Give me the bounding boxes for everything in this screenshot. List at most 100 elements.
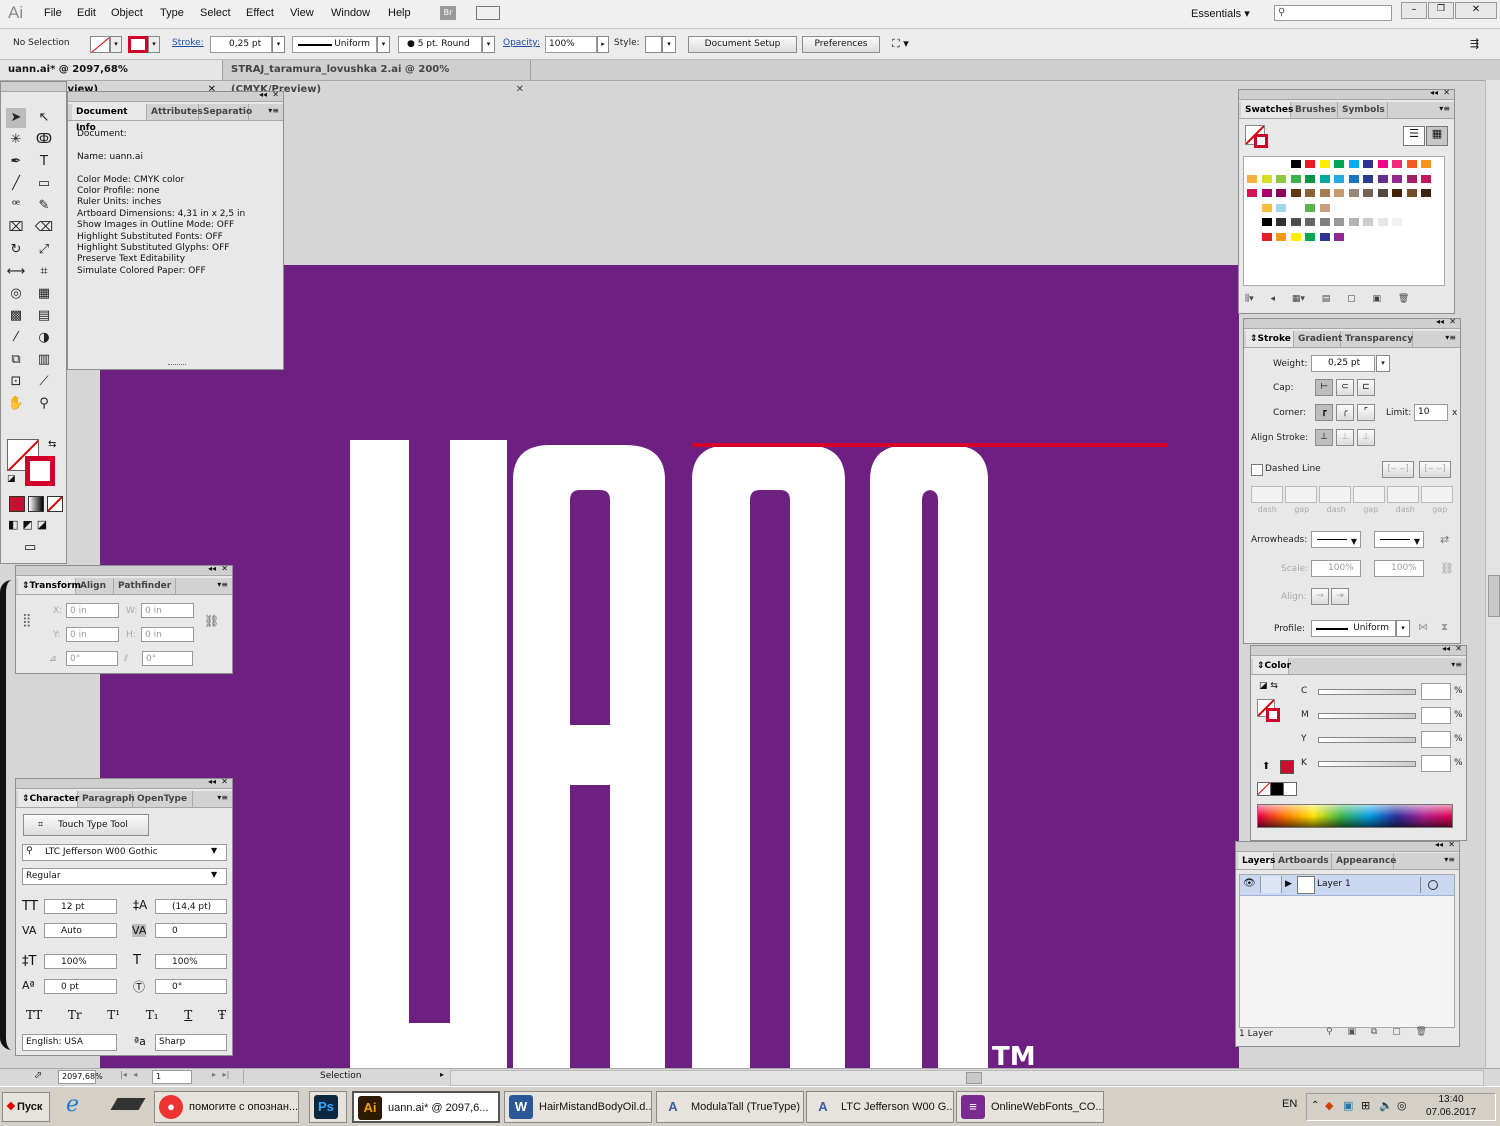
color-swatch[interactable] (1289, 217, 1302, 227)
artboard-next-buttons[interactable]: ▸ ▸| (212, 1070, 229, 1079)
color-swatch[interactable] (1362, 188, 1374, 198)
dashed-line-checkbox[interactable] (1251, 464, 1263, 476)
color-swatch[interactable] (1362, 173, 1374, 184)
taskbar-illustrator[interactable]: Ai uann.ai* @ 2097,6... (352, 1091, 500, 1123)
color-swatch[interactable] (1318, 159, 1331, 169)
opacity-arrow[interactable]: ▸ (597, 36, 609, 53)
workspace-switcher[interactable]: Essentials ▾ (1191, 7, 1250, 20)
stroke-color-box[interactable] (25, 456, 55, 486)
black-swatch[interactable] (1270, 782, 1284, 796)
color-swatch[interactable] (1289, 188, 1302, 198)
doc-tab-uann[interactable]: uann.ai* @ 2097,68% (CMYK/Preview) ✕ (0, 60, 223, 95)
menu-view[interactable]: View (290, 7, 314, 19)
brush-definition[interactable]: ● 5 pt. Round (398, 36, 482, 53)
bevel-join-icon[interactable]: ⌜ (1357, 404, 1375, 421)
width-tool-icon[interactable]: ⟷ (6, 262, 26, 282)
color-swatch[interactable] (1318, 188, 1331, 198)
stroke-profile-select[interactable]: Uniform (1311, 620, 1396, 637)
tab-layers[interactable]: Layers (1238, 853, 1275, 869)
swap-arrowheads-icon[interactable]: ⇄ (1440, 533, 1449, 546)
swatches-header[interactable]: ◂◂ ✕ (1239, 88, 1454, 100)
color-swatch[interactable] (1391, 217, 1403, 227)
stroke-weight-dropdown[interactable]: ▾ (272, 36, 285, 53)
type-tool-icon[interactable]: T (34, 152, 54, 172)
color-swatch[interactable] (1420, 173, 1432, 184)
direct-selection-tool-icon[interactable]: ↖ (34, 108, 54, 128)
corner-buttons[interactable]: ┏ ╭ ⌜ (1315, 404, 1375, 421)
leading-input[interactable]: (14,4 pt) (155, 899, 227, 914)
stroke-header[interactable]: ◂◂ ✕ (1244, 317, 1460, 329)
color-swatch[interactable] (1246, 173, 1258, 184)
close-icon[interactable]: ✕ (272, 90, 279, 99)
brush-dropdown[interactable]: ▾ (482, 36, 495, 53)
panel-menu-icon[interactable]: ▾≡ (217, 793, 228, 802)
zoom-tool-icon[interactable]: ⚲ (34, 394, 54, 414)
close-icon[interactable]: ✕ (1443, 88, 1450, 97)
color-swatch[interactable] (1347, 159, 1360, 169)
round-cap-icon[interactable]: ⊂ (1336, 379, 1354, 396)
color-swatch[interactable] (1275, 202, 1287, 213)
hand-tool-icon[interactable]: ✋ (6, 394, 26, 414)
color-swatch[interactable] (1260, 217, 1273, 227)
color-swatch[interactable] (1260, 188, 1273, 198)
projecting-cap-icon[interactable]: ⊏ (1357, 379, 1375, 396)
shape-builder-tool-icon[interactable]: ◎ (6, 284, 26, 304)
opacity-label[interactable]: Opacity: (503, 38, 540, 48)
rotate-tool-icon[interactable]: ↻ (6, 240, 26, 260)
fill-dropdown[interactable]: ▾ (110, 36, 122, 53)
white-swatch[interactable] (1283, 782, 1297, 796)
color-swatch[interactable] (1420, 188, 1432, 198)
visibility-eye-icon[interactable]: 👁 (1243, 878, 1256, 889)
last-color-swatch[interactable] (1280, 760, 1294, 774)
link-scale-icon[interactable]: ⛓ (1440, 562, 1454, 575)
style-dropdown[interactable]: ▾ (662, 36, 676, 53)
font-dropdown-icon[interactable]: ▼ (211, 846, 217, 855)
close-icon[interactable]: ✕ (1455, 644, 1462, 653)
target-circle-icon[interactable] (1428, 880, 1438, 890)
default-colors-icon[interactable]: ◪ (7, 474, 16, 484)
stroke-label[interactable]: Stroke: (172, 38, 204, 48)
layers-header[interactable]: ◂◂ ✕ (1236, 840, 1459, 852)
free-transform-tool-icon[interactable]: ⌗ (34, 262, 54, 282)
search-input[interactable]: ⚲ (1274, 5, 1392, 21)
swatch-stroke-indicator[interactable] (1254, 134, 1268, 148)
selection-tool-icon[interactable]: ➤ (6, 108, 26, 128)
panel-menu-icon[interactable]: ▾≡ (1445, 333, 1456, 342)
tab-appearance[interactable]: Appearance (1332, 853, 1396, 869)
tools-panel-header[interactable] (1, 82, 66, 92)
color-swatch[interactable] (1304, 159, 1316, 169)
limit-input[interactable]: 10 (1414, 404, 1448, 421)
none-mode-icon[interactable] (47, 496, 63, 512)
variable-width-profile[interactable]: Uniform (292, 36, 377, 53)
round-join-icon[interactable]: ╭ (1336, 404, 1354, 421)
end-arrowhead-select[interactable]: ▼ (1374, 531, 1424, 548)
channel-c-slider[interactable] (1318, 689, 1416, 695)
tab-brushes[interactable]: Brushes (1291, 102, 1338, 118)
line-tool-icon[interactable]: ╱ (6, 174, 26, 194)
color-swatch[interactable] (1246, 159, 1258, 169)
transform-header[interactable]: ◂◂ ✕ (16, 564, 232, 576)
mesh-tool-icon[interactable]: ▩ (6, 306, 26, 326)
color-swatch[interactable] (1260, 173, 1273, 184)
small-caps-button[interactable]: Tr (68, 1008, 82, 1022)
tab-character[interactable]: ⇕Character (18, 791, 79, 807)
close-icon[interactable]: ✕ (1448, 840, 1455, 849)
color-swatch[interactable] (1376, 188, 1389, 198)
eraser-tool-icon[interactable]: ⌫ (34, 218, 54, 238)
start-scale-input[interactable]: 100% (1311, 560, 1361, 577)
tray-icon-2[interactable]: ▣ (1343, 1099, 1353, 1112)
zoom-input[interactable]: 2097,68% (58, 1070, 103, 1084)
horizontal-scale-input[interactable]: 100% (155, 954, 227, 969)
close-icon[interactable]: ✕ (221, 777, 228, 786)
color-swatch[interactable] (1318, 173, 1331, 184)
color-swatch[interactable] (1289, 159, 1302, 169)
tab-stroke[interactable]: ⇕Stroke (1246, 331, 1294, 347)
stroke-dropdown[interactable]: ▾ (148, 36, 160, 53)
profile-dropdown[interactable]: ▾ (1396, 620, 1410, 637)
reference-point-icon[interactable]: ⣿ (22, 613, 32, 628)
list-view-icon[interactable]: ☰ (1403, 126, 1425, 146)
scale-tool-icon[interactable]: ⤢ (34, 240, 54, 260)
slice-tool-icon[interactable]: ⟋ (34, 372, 54, 392)
color-swatch[interactable] (1391, 188, 1403, 198)
screen-mode-icon[interactable]: ▭ (24, 540, 36, 555)
